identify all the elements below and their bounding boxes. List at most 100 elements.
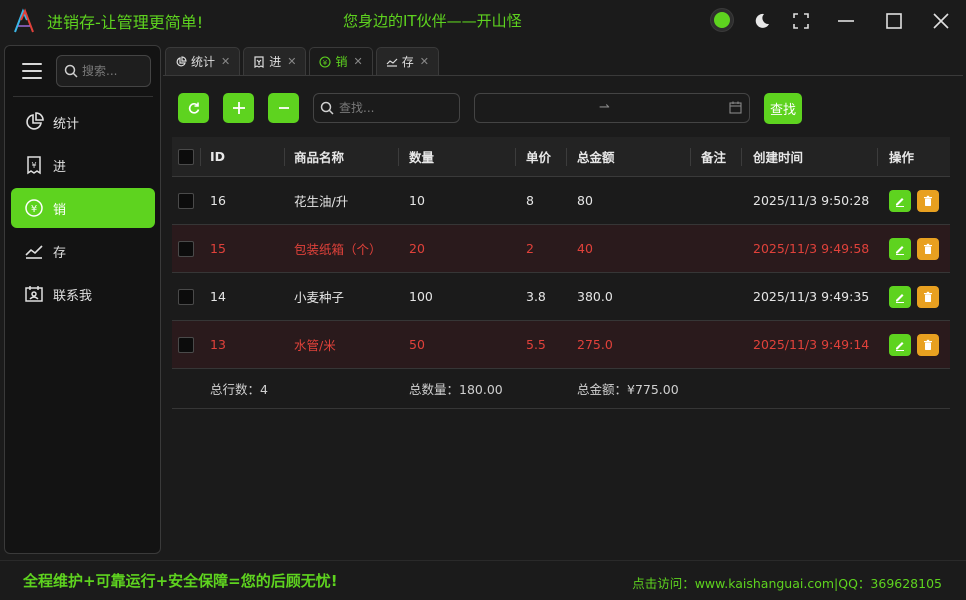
edit-button[interactable] — [889, 237, 911, 260]
sidebar-search-input[interactable] — [82, 64, 142, 78]
header-name[interactable]: 商品名称 — [294, 137, 344, 176]
sidebar-item-stock[interactable]: 存 — [11, 231, 155, 271]
delete-button[interactable] — [917, 237, 939, 260]
cell-total: 80 — [577, 193, 593, 208]
table-header: ID 商品名称 数量 单价 总金额 备注 创建时间 操作 — [172, 137, 950, 177]
cell-created: 2025/11/3 9:50:28 — [753, 193, 870, 208]
tab-label: 进 — [269, 55, 282, 69]
tab-stock[interactable]: 存 ✕ — [375, 47, 439, 75]
row-checkbox[interactable] — [178, 336, 194, 353]
summary-qty: 总数量：180.00 — [409, 382, 503, 397]
cell-price: 3.8 — [526, 289, 546, 304]
table-search[interactable] — [313, 93, 460, 123]
row-checkbox[interactable] — [178, 192, 194, 209]
pencil-icon — [896, 341, 904, 351]
tab-sales[interactable]: ¥ 销 ✕ — [309, 47, 373, 75]
theme-toggle-button[interactable] — [750, 9, 774, 33]
contact-card-icon — [23, 283, 45, 305]
cell-price: 5.5 — [526, 337, 546, 352]
header-actions: 操作 — [889, 150, 915, 165]
footer: 全程维护+可靠运行+安全保障=您的后顾无忧! 点击访问：www.kaishang… — [0, 560, 966, 600]
sidebar-item-label: 联系我 — [53, 288, 93, 304]
table-row[interactable]: 16 花生油/升 10 8 80 2025/11/3 9:50:28 — [172, 177, 950, 225]
pencil-icon — [896, 293, 904, 303]
summary-rows: 总行数：4 — [210, 382, 268, 397]
delete-button[interactable] — [917, 333, 939, 356]
edit-button[interactable] — [889, 333, 911, 356]
search-icon — [320, 101, 334, 115]
edit-button[interactable] — [889, 285, 911, 308]
tab-stats[interactable]: 统计 ✕ — [165, 47, 241, 75]
cell-created: 2025/11/3 9:49:14 — [753, 337, 870, 352]
header-total[interactable]: 总金额 — [577, 137, 615, 176]
yen-circle-icon: ¥ — [319, 55, 332, 68]
row-checkbox[interactable] — [178, 240, 194, 257]
cell-price: 2 — [526, 241, 534, 256]
tab-divider — [163, 75, 963, 76]
table-row[interactable]: 15 包装纸箱（个） 20 2 40 2025/11/3 9:49:58 — [172, 225, 950, 273]
tab-close-icon[interactable]: ✕ — [353, 55, 362, 68]
cell-name: 花生油/升 — [294, 194, 349, 209]
add-button[interactable] — [223, 93, 254, 123]
sidebar-item-label: 存 — [53, 245, 67, 261]
select-all-checkbox[interactable] — [178, 148, 194, 165]
refresh-button[interactable] — [178, 93, 209, 123]
sidebar-item-label: 销 — [53, 202, 67, 218]
calendar-icon — [729, 101, 742, 114]
edit-button[interactable] — [889, 189, 911, 212]
table-row[interactable]: 14 小麦种子 100 3.8 380.0 2025/11/3 9:49:35 — [172, 273, 950, 321]
table-row[interactable]: 13 水管/米 50 5.5 275.0 2025/11/3 9:49:14 — [172, 321, 950, 369]
tab-close-icon[interactable]: ✕ — [287, 55, 296, 68]
tab-bar: 统计 ✕ 进 ✕ ¥ 销 ✕ 存 ✕ — [165, 47, 442, 75]
header-price[interactable]: 单价 — [526, 137, 551, 176]
receipt-icon: ¥ — [23, 154, 45, 176]
maximize-icon — [886, 13, 902, 29]
close-button[interactable] — [929, 9, 953, 33]
sidebar-item-sales[interactable]: ¥ 销 — [11, 188, 155, 228]
minus-icon — [278, 107, 289, 109]
cell-id: 13 — [210, 337, 226, 352]
trend-line-icon — [23, 240, 45, 262]
date-range-picker[interactable]: ⇀ — [474, 93, 750, 123]
sidebar: 统计 ¥ 进 ¥ 销 存 — [4, 45, 161, 554]
sales-table: ID 商品名称 数量 单价 总金额 备注 创建时间 操作 16 花生油/升 10… — [172, 137, 950, 409]
footer-contact-link[interactable]: 点击访问：www.kaishanguai.com|QQ：369628105 — [632, 573, 942, 592]
tab-purchase[interactable]: 进 ✕ — [243, 47, 307, 75]
sidebar-item-label: 统计 — [53, 116, 80, 132]
tab-close-icon[interactable]: ✕ — [420, 55, 429, 68]
cell-qty: 100 — [409, 289, 433, 304]
cell-created: 2025/11/3 9:49:35 — [753, 289, 870, 304]
cell-total: 380.0 — [577, 289, 613, 304]
table-search-input[interactable] — [339, 101, 449, 115]
sidebar-item-label: 进 — [53, 159, 67, 175]
sidebar-divider — [13, 96, 153, 97]
status-indicator-icon[interactable] — [711, 9, 733, 31]
sidebar-item-contact[interactable]: 联系我 — [11, 274, 155, 314]
header-id[interactable]: ID — [210, 137, 225, 176]
sidebar-item-purchase[interactable]: ¥ 进 — [11, 145, 155, 185]
cell-qty: 20 — [409, 241, 425, 256]
delete-button[interactable] — [917, 285, 939, 308]
maximize-button[interactable] — [882, 9, 906, 33]
receipt-icon — [253, 55, 265, 68]
close-icon — [933, 13, 949, 29]
delete-button[interactable] — [917, 189, 939, 212]
menu-toggle-button[interactable] — [22, 63, 42, 79]
cell-name: 包装纸箱（个） — [294, 242, 382, 257]
find-button[interactable]: 查找 — [764, 93, 802, 124]
header-created[interactable]: 创建时间 — [753, 137, 803, 176]
cell-qty: 10 — [409, 193, 425, 208]
cell-id: 14 — [210, 289, 226, 304]
remove-button[interactable] — [268, 93, 299, 123]
minimize-button[interactable] — [834, 9, 858, 33]
tab-close-icon[interactable]: ✕ — [221, 55, 230, 68]
fullscreen-button[interactable] — [789, 9, 813, 33]
header-note[interactable]: 备注 — [701, 137, 726, 176]
sidebar-item-stats[interactable]: 统计 — [11, 102, 155, 142]
cell-id: 16 — [210, 193, 226, 208]
header-qty[interactable]: 数量 — [409, 137, 434, 176]
row-checkbox[interactable] — [178, 288, 194, 305]
svg-text:¥: ¥ — [323, 59, 328, 67]
sidebar-search[interactable] — [56, 55, 151, 87]
search-icon — [64, 64, 78, 78]
